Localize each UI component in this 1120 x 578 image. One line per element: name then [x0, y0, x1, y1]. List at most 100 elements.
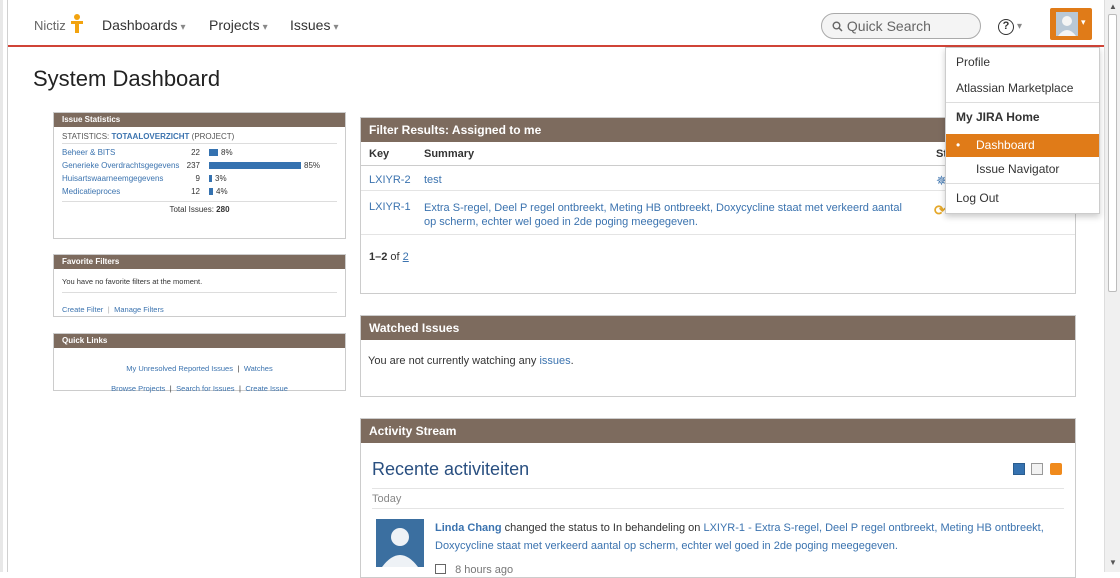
create-issue-link[interactable]: Create Issue: [245, 384, 288, 393]
statistics-row-percent: 4%: [216, 187, 228, 196]
issue-key-link[interactable]: LXIYR-2: [369, 174, 411, 186]
nav-issues[interactable]: Issues ▾: [290, 17, 339, 33]
pagination-of: of: [390, 251, 400, 263]
manage-filters-link[interactable]: Manage Filters: [114, 305, 164, 314]
column-summary[interactable]: Summary: [424, 148, 474, 160]
menu-item-log-out[interactable]: Log Out: [956, 191, 999, 205]
statistics-row-bar: [209, 175, 212, 182]
activity-stream-gadget: Activity Stream Recente activiteiten Tod…: [360, 418, 1076, 578]
nav-projects[interactable]: Projects ▾: [209, 17, 268, 33]
statistics-project-link[interactable]: TOTAALOVERZICHT: [112, 132, 190, 141]
help-menu[interactable]: ? ▾: [998, 16, 1022, 35]
comment-icon: [435, 564, 446, 574]
selected-bullet-icon: •: [956, 138, 961, 152]
watches-link[interactable]: Watches: [244, 364, 273, 373]
statistics-row-bar: [209, 188, 213, 195]
statistics-row-count: 22: [191, 148, 200, 157]
nav-issues-label: Issues: [290, 17, 331, 33]
row-divider: [361, 234, 1075, 235]
statistics-row-percent: 8%: [221, 148, 233, 157]
watched-issues-message: You are not currently watching any issue…: [368, 355, 574, 367]
statistics-row-name-link[interactable]: Generieke Overdrachtsgegevens: [62, 161, 179, 170]
quick-search-placeholder: Quick Search: [846, 18, 931, 34]
nav-dashboards[interactable]: Dashboards ▾: [102, 17, 186, 33]
nav-dashboards-label: Dashboards: [102, 17, 178, 33]
user-avatar-icon[interactable]: [376, 519, 424, 567]
activity-stream-header[interactable]: Activity Stream: [361, 419, 1075, 443]
window-edge-line: [7, 0, 8, 572]
statistics-row-name-link[interactable]: Medicatieproces: [62, 187, 120, 196]
activity-issue-link-continued[interactable]: Doxycycline staat met verkeerd aantal op…: [435, 540, 898, 552]
compact-view-icon[interactable]: [1031, 463, 1044, 475]
avatar-icon: [1056, 12, 1078, 36]
menu-separator: [946, 183, 1099, 184]
create-filter-link[interactable]: Create Filter: [62, 305, 103, 314]
activity-entry-line-1: Linda Chang changed the status to In beh…: [435, 519, 1067, 537]
my-unresolved-issues-link[interactable]: My Unresolved Reported Issues: [126, 364, 233, 373]
activity-issue-link[interactable]: LXIYR-1 - Extra S-regel, Deel P regel on…: [703, 522, 1043, 534]
statistics-row-percent: 3%: [215, 174, 227, 183]
activity-time-label: 8 hours ago: [455, 564, 514, 576]
statistics-prefix: STATISTICS:: [62, 132, 110, 141]
page-title: System Dashboard: [33, 66, 221, 91]
pagination: 1–2 of 2: [369, 251, 409, 263]
issue-summary-link[interactable]: Extra S-regel, Deel P regel ontbreekt, M…: [424, 201, 929, 229]
menu-item-issue-navigator[interactable]: Issue Navigator: [976, 162, 1059, 176]
menu-item-dashboard[interactable]: • Dashboard: [946, 134, 1099, 157]
window-edge: [0, 0, 3, 572]
watched-text-end: .: [570, 355, 574, 367]
quick-links-line-1: My Unresolved Reported Issues | Watches: [54, 358, 345, 376]
quick-search-input[interactable]: Quick Search: [821, 13, 981, 39]
menu-separator: [946, 102, 1099, 103]
quick-links-gadget: Quick Links My Unresolved Reported Issue…: [53, 333, 346, 393]
statistics-row-name-link[interactable]: Beheer & BITS: [62, 148, 115, 157]
statistics-row-name-link[interactable]: Huisartswaarneemgegevens: [62, 174, 163, 183]
favorite-filters-header[interactable]: Favorite Filters: [54, 255, 345, 269]
scroll-down-icon[interactable]: ▼: [1109, 558, 1117, 567]
rss-feed-icon[interactable]: [1049, 463, 1062, 475]
activity-user-link[interactable]: Linda Chang: [435, 522, 502, 534]
scrollbar-thumb[interactable]: [1108, 14, 1117, 292]
brand-name[interactable]: Nictiz: [34, 18, 66, 33]
status-icon: ⟳: [934, 202, 946, 218]
pagination-range: 1–2: [369, 251, 388, 263]
issue-statistics-gadget: Issue Statistics STATISTICS: TOTAALOVERZ…: [53, 112, 346, 239]
issue-summary-line-2: op scherm, echter wel goed in 2de poging…: [424, 216, 698, 228]
browse-projects-link[interactable]: Browse Projects: [111, 384, 165, 393]
activity-entry: Linda Chang changed the status to In beh…: [435, 519, 1067, 555]
chevron-down-icon: ▾: [262, 22, 268, 33]
statistics-row-percent: 85%: [304, 161, 321, 170]
issue-statistics-header[interactable]: Issue Statistics: [54, 113, 345, 127]
menu-section-jira-home: My JIRA Home: [956, 110, 1040, 124]
watched-issues-link[interactable]: issues: [539, 355, 570, 367]
menu-item-marketplace[interactable]: Atlassian Marketplace: [956, 81, 1073, 95]
statistics-row-count: 12: [191, 187, 200, 196]
menu-item-profile[interactable]: Profile: [956, 55, 990, 69]
statistics-row: Medicatieproces 12 4%: [54, 185, 345, 198]
search-issues-link[interactable]: Search for Issues: [176, 384, 234, 393]
total-value: 280: [216, 205, 230, 214]
quick-links-line-2: Browse Projects | Search for Issues | Cr…: [54, 378, 345, 396]
pagination-total-link[interactable]: 2: [403, 251, 409, 263]
activity-divider: [372, 508, 1064, 509]
issue-key-link[interactable]: LXIYR-1: [369, 201, 411, 213]
statistics-row: Huisartswaarneemgegevens 9 3%: [54, 172, 345, 185]
no-favorites-message: You have no favorite filters at the mome…: [62, 277, 337, 293]
column-key[interactable]: Key: [369, 148, 389, 160]
top-navigation-bar: Nictiz Dashboards ▾ Projects ▾ Issues ▾ Qui…: [8, 0, 1104, 47]
search-icon: [832, 21, 843, 32]
activity-stream-toolbar: [1013, 462, 1062, 480]
quick-links-header[interactable]: Quick Links: [54, 334, 345, 348]
link-divider: |: [107, 305, 110, 314]
scroll-up-icon[interactable]: ▲: [1109, 2, 1117, 11]
issue-summary-link[interactable]: test: [424, 173, 442, 187]
activity-day-label: Today: [372, 493, 402, 505]
chevron-down-icon: ▾: [180, 22, 186, 33]
favorite-filters-actions: Create Filter | Manage Filters: [62, 299, 337, 317]
brand-logo-icon[interactable]: [70, 13, 84, 33]
vertical-scrollbar[interactable]: ▲ ▼: [1104, 0, 1120, 572]
user-menu-button[interactable]: ▾: [1050, 8, 1092, 40]
list-view-icon[interactable]: [1013, 463, 1025, 475]
watched-issues-header[interactable]: Watched Issues: [361, 316, 1075, 340]
statistics-total: Total Issues: 280: [62, 201, 337, 214]
